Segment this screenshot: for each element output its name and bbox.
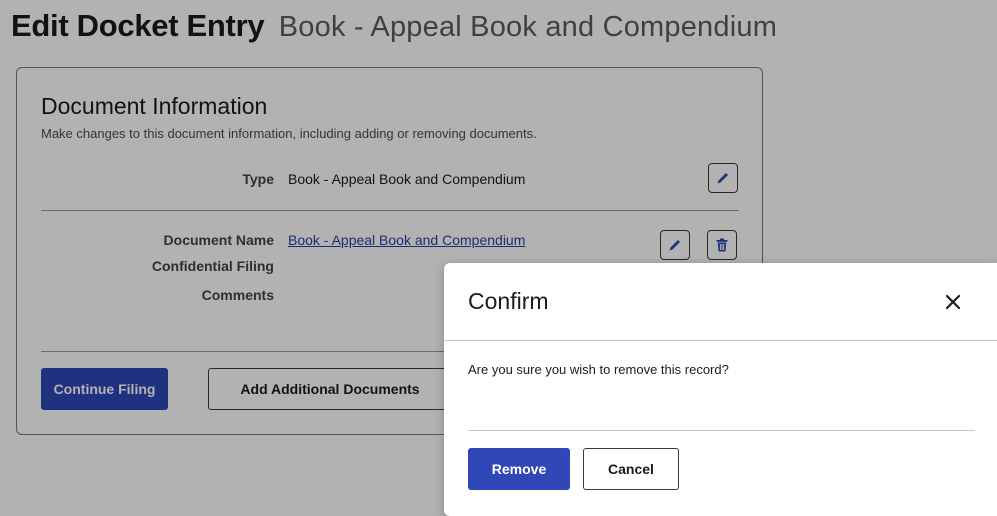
- cancel-button[interactable]: Cancel: [583, 448, 679, 490]
- dialog-divider-top: [444, 340, 997, 341]
- dialog-message: Are you sure you wish to remove this rec…: [468, 362, 729, 377]
- confirm-dialog: Confirm Are you sure you wish to remove …: [444, 263, 997, 516]
- dialog-divider-bottom: [468, 430, 975, 431]
- remove-button[interactable]: Remove: [468, 448, 570, 490]
- dialog-title: Confirm: [468, 288, 549, 314]
- close-icon[interactable]: [941, 290, 965, 314]
